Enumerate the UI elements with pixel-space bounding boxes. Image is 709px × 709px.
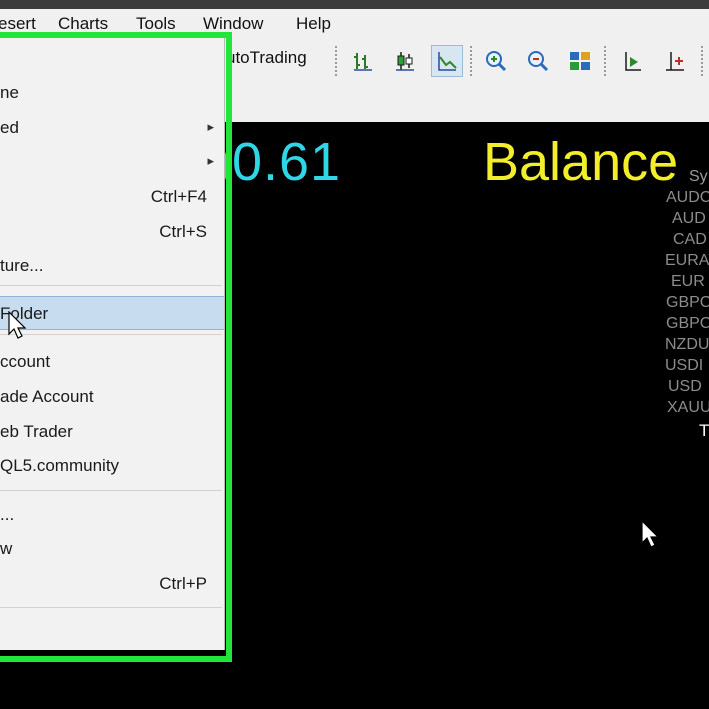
menu-item-label: eb Trader	[0, 422, 73, 441]
symbol-item: AUDC	[666, 189, 709, 206]
balance-label: Balance	[483, 132, 679, 192]
toolbar-separator	[335, 46, 337, 78]
menu-item-label: ne	[0, 83, 19, 102]
toolbar-separator	[470, 46, 472, 78]
menu-item-open-deleted[interactable]: ed ▸	[0, 111, 224, 145]
submenu-arrow-icon: ▸	[207, 119, 214, 134]
chart-shift-icon[interactable]	[617, 45, 649, 77]
menu-item-save[interactable]: Ctrl+S	[0, 215, 224, 249]
menu-item-exit[interactable]	[0, 614, 224, 648]
symbol-item: USD	[668, 378, 702, 395]
menu-bar: esert Charts Tools Window Help	[0, 9, 709, 38]
symbol-item: EUR	[671, 273, 705, 290]
menu-item-login-account[interactable]: ccount	[0, 345, 224, 379]
shortcut-label: Ctrl+F4	[150, 187, 207, 206]
menu-charts[interactable]: Charts	[58, 14, 108, 34]
zoom-out-icon[interactable]	[522, 45, 554, 77]
mouse-pointer-icon	[8, 310, 27, 344]
symbol-item: GBPC	[666, 294, 709, 311]
menu-item-label: QL5.community	[0, 456, 120, 475]
menu-item-save-as-picture[interactable]: ture...	[0, 249, 224, 283]
menu-item-print-preview[interactable]: w	[0, 532, 224, 566]
menu-item-close[interactable]: Ctrl+F4	[0, 180, 224, 214]
submenu-arrow-icon: ▸	[207, 153, 214, 168]
symbol-item: NZDU	[665, 336, 709, 353]
toolbar-separator	[604, 46, 606, 78]
autotrading-button[interactable]: utoTrading	[226, 48, 307, 68]
bar-chart-icon[interactable]	[347, 45, 379, 77]
menu-item-open-trade-account[interactable]: ade Account	[0, 380, 224, 414]
zoom-in-icon[interactable]	[480, 45, 512, 77]
menu-item-label: ture...	[0, 256, 44, 275]
menu-item-label: ade Account	[0, 387, 94, 406]
toolbar-separator	[701, 46, 703, 78]
menu-item-label: w	[0, 539, 13, 558]
tile-windows-icon[interactable]	[564, 45, 596, 77]
menu-item-label: ccount	[0, 352, 51, 371]
menu-item-label: ed	[0, 118, 19, 137]
menu-item-mql5-community[interactable]: QL5.community	[0, 449, 224, 483]
mouse-pointer-icon	[641, 519, 660, 553]
menu-separator	[0, 334, 222, 335]
menu-tools[interactable]: Tools	[136, 14, 176, 34]
menu-separator	[0, 607, 222, 608]
profit-value: )0.61	[213, 132, 342, 192]
symbol-column-header: Sy	[689, 168, 708, 185]
symbol-item: GBPC	[666, 315, 709, 332]
menu-item-profiles[interactable]: ▸	[0, 145, 224, 179]
total-label: T	[699, 421, 709, 440]
symbol-item: AUD	[672, 210, 706, 227]
menu-item-new-profile[interactable]: ne	[0, 76, 224, 110]
menu-item-open-data-folder[interactable]: Folder	[0, 296, 224, 330]
menu-insert[interactable]: esert	[0, 14, 36, 34]
menu-separator	[0, 285, 222, 286]
line-chart-icon[interactable]	[431, 45, 463, 77]
menu-item-web-trader[interactable]: eb Trader	[0, 415, 224, 449]
symbol-item: USDI	[665, 357, 704, 374]
menu-item-label: ...	[0, 505, 15, 524]
symbol-item: XAUU	[667, 399, 709, 416]
file-menu-dropdown: ne ed ▸ ▸ Ctrl+F4 Ctrl+S ture... Folder c…	[0, 38, 225, 650]
menu-window[interactable]: Window	[203, 14, 263, 34]
menu-help[interactable]: Help	[296, 14, 331, 34]
window-title-strip	[0, 0, 709, 9]
auto-scroll-icon[interactable]	[659, 45, 691, 77]
symbol-item: EURA	[665, 252, 709, 269]
menu-item-print-setup[interactable]: ...	[0, 498, 224, 532]
menu-separator	[0, 490, 222, 491]
shortcut-label: Ctrl+P	[159, 574, 207, 593]
symbol-item: CAD	[673, 231, 707, 248]
menu-item-print[interactable]: Ctrl+P	[0, 567, 224, 601]
shortcut-label: Ctrl+S	[159, 222, 207, 241]
candlestick-icon[interactable]	[389, 45, 421, 77]
